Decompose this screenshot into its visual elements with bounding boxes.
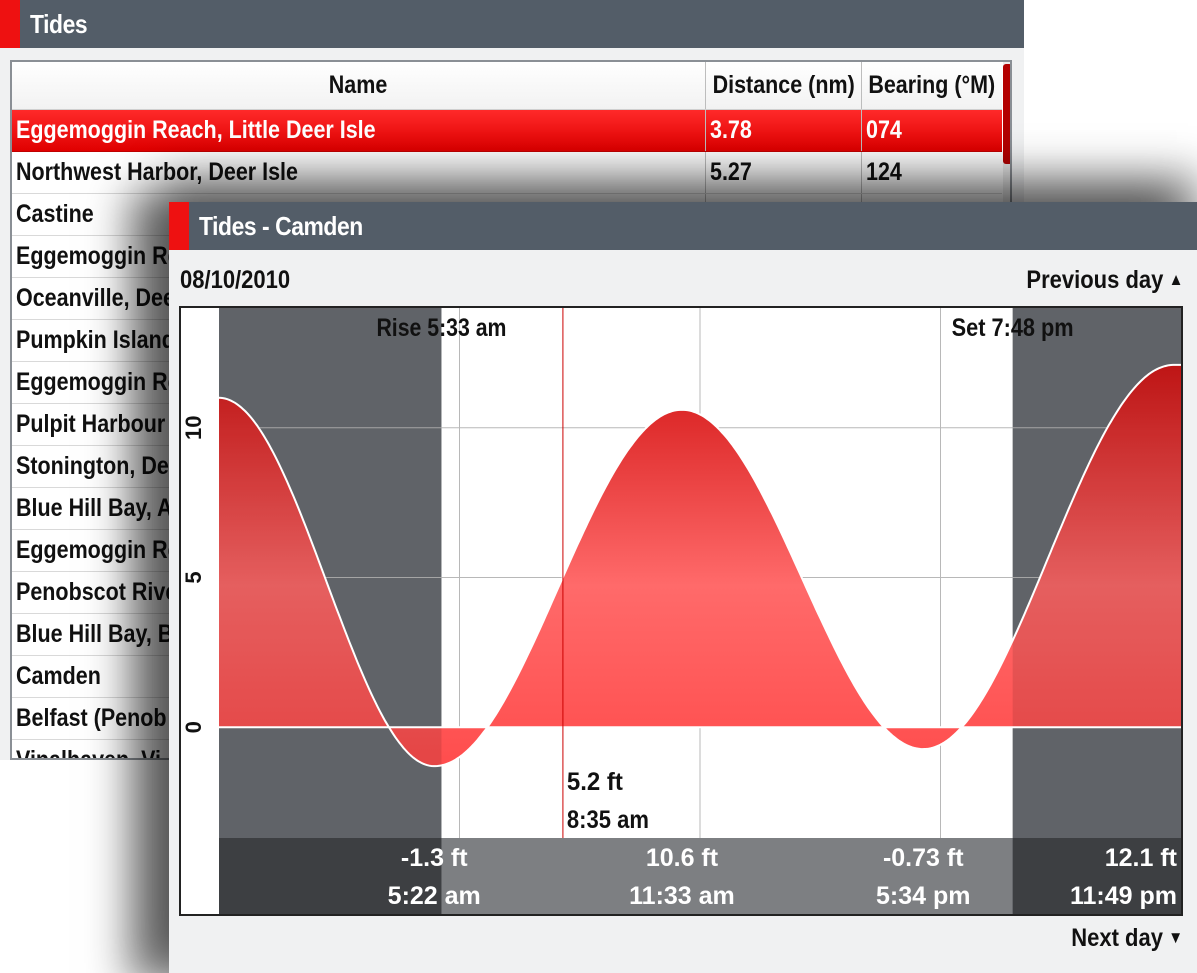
extreme-value-label: 12.1 ft (1105, 844, 1178, 872)
sunset-label: Set 7:48 pm (952, 314, 1074, 342)
y-tick-label: 10 (181, 416, 206, 440)
next-day-button[interactable]: Next day ▼ (1071, 924, 1183, 953)
station-bearing: 074 (866, 116, 902, 144)
station-bearing: 124 (866, 158, 902, 186)
table-row[interactable]: Eggemoggin Reach, Little Deer Isle 3.78 07… (12, 110, 1002, 152)
title-accent (0, 0, 20, 48)
triangle-down-icon: ▼ (1168, 928, 1183, 947)
extreme-value-label: -1.3 ft (401, 844, 468, 872)
previous-day-label: Previous day (1025, 266, 1163, 294)
y-tick-label: 0 (181, 721, 206, 733)
cursor-time-label: 8:35 am (567, 806, 649, 834)
night-shade-evening (1012, 308, 1181, 838)
station-distance: 5.27 (706, 152, 862, 193)
extreme-value-label: 10.6 ft (646, 844, 719, 872)
list-titlebar: Tides (0, 0, 1024, 48)
list-window-title: Tides (30, 9, 88, 39)
cursor-value-label: 5.2 ft (567, 768, 624, 796)
table-row[interactable]: Northwest Harbor, Deer Isle 5.27 124 (12, 152, 1002, 194)
previous-day-button[interactable]: Previous day ▲ (1026, 266, 1183, 295)
detail-titlebar: Tides - Camden (169, 202, 1197, 250)
next-day-label: Next day (1071, 924, 1163, 952)
station-name: Eggemoggin Reach, Little Deer Isle (12, 110, 706, 151)
sunrise-label: Rise 5:33 am (376, 314, 506, 342)
detail-title-accent (169, 202, 189, 250)
detail-window-title: Tides - Camden (199, 211, 363, 241)
list-scrollbar-thumb[interactable] (1003, 64, 1010, 164)
column-header-distance[interactable]: Distance (nm) (706, 62, 862, 109)
column-header-bearing[interactable]: Bearing (°M) (862, 62, 1002, 109)
triangle-up-icon: ▲ (1168, 270, 1183, 289)
station-name: Northwest Harbor, Deer Isle (12, 152, 706, 193)
y-tick-label: 5 (181, 571, 206, 583)
extreme-time-label: 5:22 am (388, 882, 481, 910)
extreme-time-label: 5:34 pm (876, 882, 970, 910)
tides-detail-window: Tides - Camden 08/10/2010 Previous day ▲ … (169, 202, 1197, 973)
tide-date: 08/10/2010 (180, 266, 291, 294)
table-header: Name Distance (nm) Bearing (°M) (12, 62, 1002, 110)
extreme-value-label: -0.73 ft (883, 844, 964, 872)
extreme-time-label: 11:33 am (629, 882, 735, 910)
tide-chart[interactable]: 0 5 10 Rise 5:33 am Set 7:48 pm 5.2 ft 8:35 a… (179, 306, 1183, 916)
station-distance: 3.78 (706, 110, 862, 151)
column-header-name[interactable]: Name (12, 62, 706, 109)
night-shade-morning (219, 308, 442, 838)
extreme-time-label: 11:49 pm (1070, 882, 1177, 910)
